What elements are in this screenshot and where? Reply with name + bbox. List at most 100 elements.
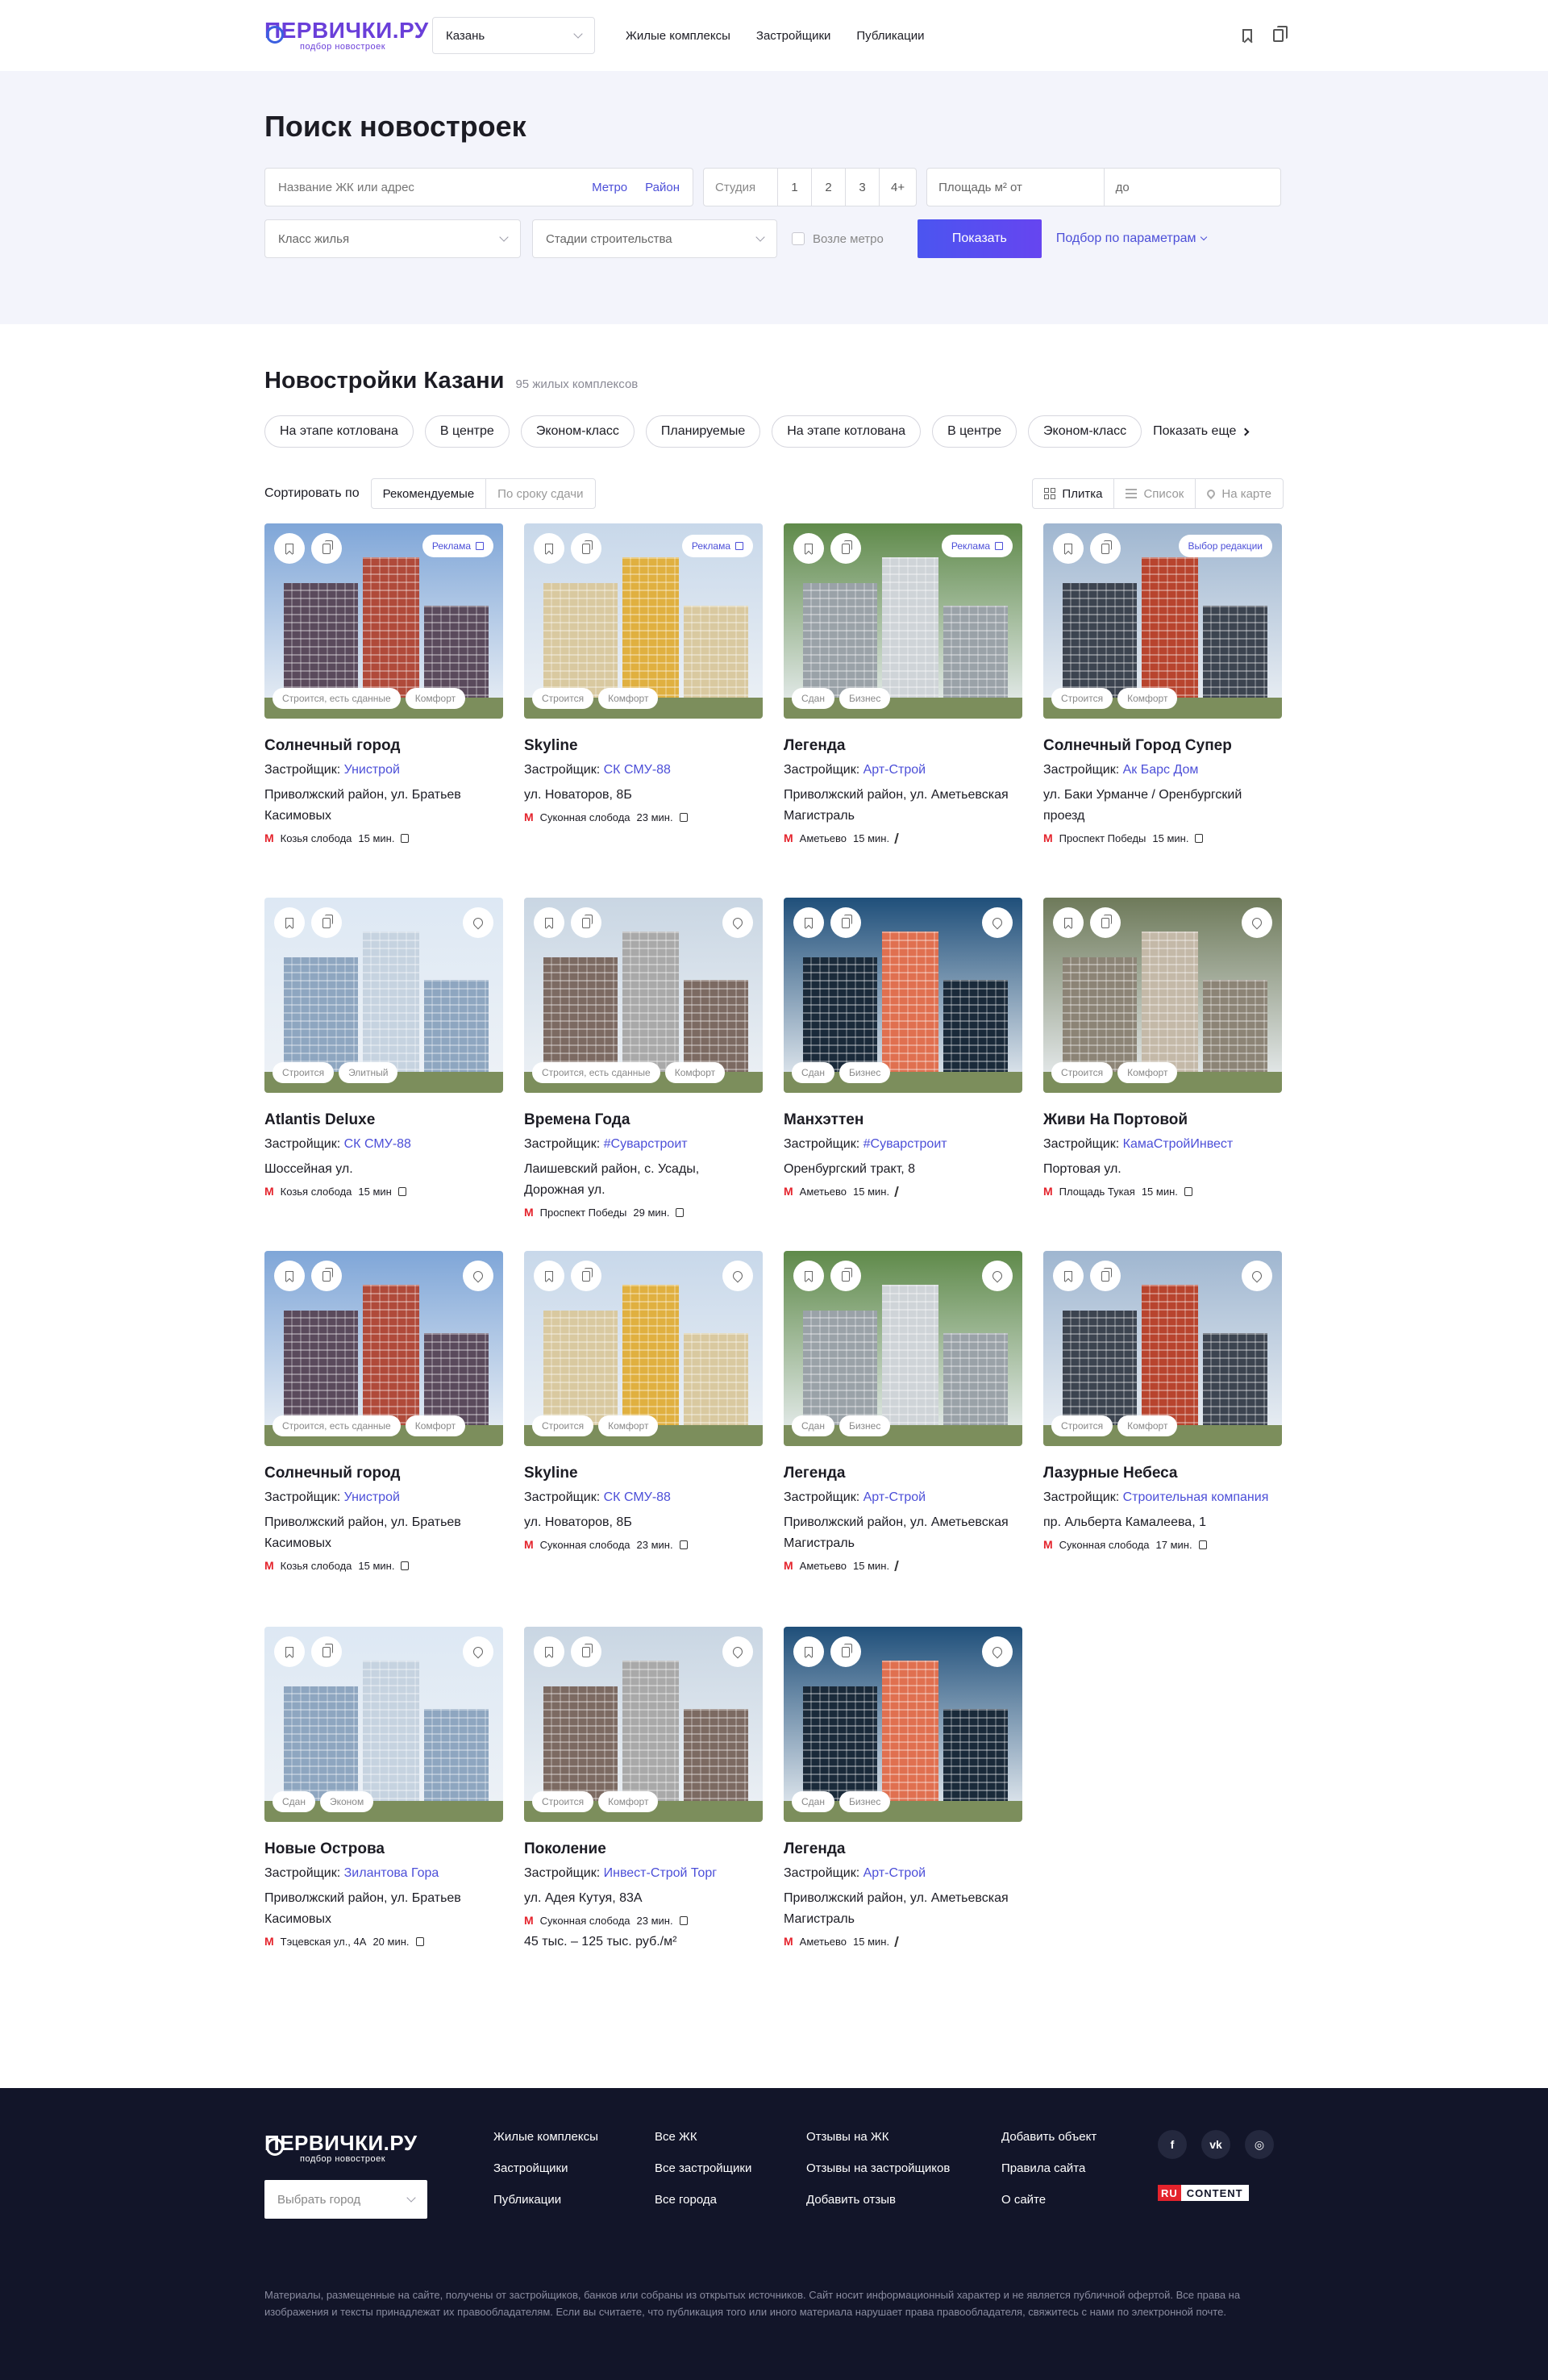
- compare-button[interactable]: [1090, 1261, 1121, 1291]
- complex-name[interactable]: Живи На Портовой: [1043, 1111, 1282, 1130]
- footer-link[interactable]: Правила сайта: [1001, 2161, 1158, 2175]
- compare-button[interactable]: [571, 907, 601, 938]
- compare-button[interactable]: [311, 533, 342, 564]
- footer-link[interactable]: Застройщики: [493, 2161, 655, 2175]
- footer-link[interactable]: Публикации: [493, 2193, 655, 2207]
- favorite-button[interactable]: [1053, 907, 1084, 938]
- facebook-icon[interactable]: f: [1158, 2130, 1187, 2159]
- complex-card[interactable]: Реклама Строится, есть сданные Комфорт Солн…: [264, 523, 503, 898]
- complex-photo[interactable]: Строится Комфорт: [1043, 898, 1282, 1093]
- complex-name[interactable]: Легенда: [784, 1840, 1022, 1859]
- developer-link[interactable]: Арт-Строй: [863, 1490, 926, 1504]
- complex-card[interactable]: Строится Комфорт Skyline Застройщик: СК СМУ…: [524, 1251, 763, 1627]
- compare-button[interactable]: [830, 907, 861, 938]
- favorite-button[interactable]: [1053, 1261, 1084, 1291]
- compare-button[interactable]: [1090, 533, 1121, 564]
- complex-card[interactable]: Сдан Эконом Новые Острова Застройщик: Зилан…: [264, 1627, 503, 2003]
- developer-link[interactable]: СК СМУ-88: [344, 1137, 411, 1151]
- sort-recommended[interactable]: Рекомендуемые: [372, 479, 487, 508]
- compare-button[interactable]: [830, 1261, 861, 1291]
- complex-card[interactable]: Сдан Бизнес Легенда Застройщик: Арт-Строй Пр…: [784, 1627, 1022, 2003]
- footer-link[interactable]: Отзывы на ЖК: [806, 2130, 1001, 2144]
- complex-card[interactable]: Реклама Сдан Бизнес Легенда Застройщик: Арт-…: [784, 523, 1022, 898]
- view-map[interactable]: На карте: [1196, 479, 1283, 508]
- compare-button[interactable]: [571, 1636, 601, 1667]
- filter-chip[interactable]: На этапе котлована: [264, 415, 414, 448]
- nav-link-developers[interactable]: Застройщики: [756, 29, 831, 43]
- view-tile[interactable]: Плитка: [1033, 479, 1115, 508]
- vk-icon[interactable]: vk: [1201, 2130, 1230, 2159]
- favorite-button[interactable]: [793, 1261, 824, 1291]
- show-on-map-button[interactable]: [463, 1261, 493, 1291]
- show-on-map-button[interactable]: [722, 907, 753, 938]
- complex-name[interactable]: Atlantis Deluxe: [264, 1111, 503, 1130]
- complex-photo[interactable]: Сдан Эконом: [264, 1627, 503, 1822]
- name-search-input[interactable]: [278, 180, 575, 194]
- checkbox-box[interactable]: [792, 232, 805, 245]
- complex-name[interactable]: Skyline: [524, 736, 763, 756]
- show-on-map-button[interactable]: [982, 1261, 1013, 1291]
- complex-name[interactable]: Skyline: [524, 1464, 763, 1483]
- favorite-button[interactable]: [274, 1636, 305, 1667]
- sort-by-deadline[interactable]: По сроку сдачи: [486, 479, 594, 508]
- complex-name[interactable]: Легенда: [784, 736, 1022, 756]
- complex-name[interactable]: Поколение: [524, 1840, 763, 1859]
- complex-name[interactable]: Новые Острова: [264, 1840, 503, 1859]
- compare-button[interactable]: [311, 907, 342, 938]
- room-option-studio[interactable]: Студия: [704, 169, 778, 206]
- complex-card[interactable]: Сдан Бизнес Легенда Застройщик: Арт-Строй Пр…: [784, 1251, 1022, 1627]
- favorite-button[interactable]: [793, 533, 824, 564]
- complex-photo[interactable]: Строится Элитный: [264, 898, 503, 1093]
- view-list[interactable]: Список: [1114, 479, 1196, 508]
- developer-link[interactable]: Ак Барс Дом: [1123, 763, 1199, 777]
- favorite-button[interactable]: [534, 533, 564, 564]
- advanced-params-link[interactable]: Подбор по параметрам: [1056, 231, 1207, 246]
- compare-button[interactable]: [830, 533, 861, 564]
- filter-chip[interactable]: Эконом-класс: [1028, 415, 1142, 448]
- show-on-map-button[interactable]: [722, 1636, 753, 1667]
- show-on-map-button[interactable]: [982, 1636, 1013, 1667]
- construction-stage-select[interactable]: Стадии строительства: [532, 219, 777, 258]
- favorite-button[interactable]: [1053, 533, 1084, 564]
- site-logo[interactable]: ПЕРВИЧКИ.РУ подбор новостроек: [264, 18, 428, 53]
- show-on-map-button[interactable]: [1242, 1261, 1272, 1291]
- near-metro-checkbox[interactable]: Возле метро: [792, 232, 884, 246]
- favorite-button[interactable]: [793, 907, 824, 938]
- compare-button[interactable]: [311, 1636, 342, 1667]
- room-option-4plus[interactable]: 4+: [880, 169, 916, 206]
- developer-link[interactable]: Строительная компания: [1123, 1490, 1269, 1504]
- show-on-map-button[interactable]: [463, 1636, 493, 1667]
- bookmark-icon[interactable]: [1242, 29, 1252, 42]
- nav-link-complexes[interactable]: Жилые комплексы: [626, 29, 730, 43]
- footer-link[interactable]: Отзывы на застройщиков: [806, 2161, 1001, 2175]
- developer-link[interactable]: Арт-Строй: [863, 763, 926, 777]
- compare-button[interactable]: [1090, 907, 1121, 938]
- compare-icon[interactable]: [1273, 26, 1288, 42]
- room-option-2[interactable]: 2: [812, 169, 846, 206]
- filter-chip[interactable]: Эконом-класс: [520, 415, 635, 448]
- complex-card[interactable]: Строится Элитный Atlantis Deluxe Застройщик…: [264, 898, 503, 1251]
- complex-photo[interactable]: Реклама Сдан Бизнес: [784, 523, 1022, 719]
- district-link[interactable]: Район: [645, 181, 680, 194]
- ad-badge[interactable]: Реклама: [681, 535, 753, 557]
- complex-photo[interactable]: Сдан Бизнес: [784, 1627, 1022, 1822]
- complex-photo[interactable]: Реклама Строится Комфорт: [524, 523, 763, 719]
- show-on-map-button[interactable]: [463, 907, 493, 938]
- compare-button[interactable]: [571, 1261, 601, 1291]
- complex-name[interactable]: Времена Года: [524, 1111, 763, 1130]
- footer-link[interactable]: Жилые комплексы: [493, 2130, 655, 2144]
- compare-button[interactable]: [830, 1636, 861, 1667]
- complex-photo[interactable]: Строится Комфорт: [1043, 1251, 1282, 1446]
- show-on-map-button[interactable]: [982, 907, 1013, 938]
- footer-link[interactable]: Добавить отзыв: [806, 2193, 1001, 2207]
- complex-card[interactable]: Реклама Строится Комфорт Skyline Застройщик:…: [524, 523, 763, 898]
- rucontent-logo[interactable]: RU CONTENT: [1158, 2185, 1274, 2201]
- show-more-chips-button[interactable]: Показать еще: [1153, 424, 1250, 439]
- developer-link[interactable]: Зилантова Гора: [344, 1866, 439, 1880]
- filter-chip[interactable]: На этапе котлована: [772, 415, 922, 448]
- ad-badge[interactable]: Реклама: [941, 535, 1013, 557]
- compare-button[interactable]: [311, 1261, 342, 1291]
- complex-name[interactable]: Солнечный город: [264, 1464, 503, 1483]
- complex-card[interactable]: Строится Комфорт Поколение Застройщик: Инве…: [524, 1627, 763, 2003]
- developer-link[interactable]: Унистрой: [344, 1490, 400, 1504]
